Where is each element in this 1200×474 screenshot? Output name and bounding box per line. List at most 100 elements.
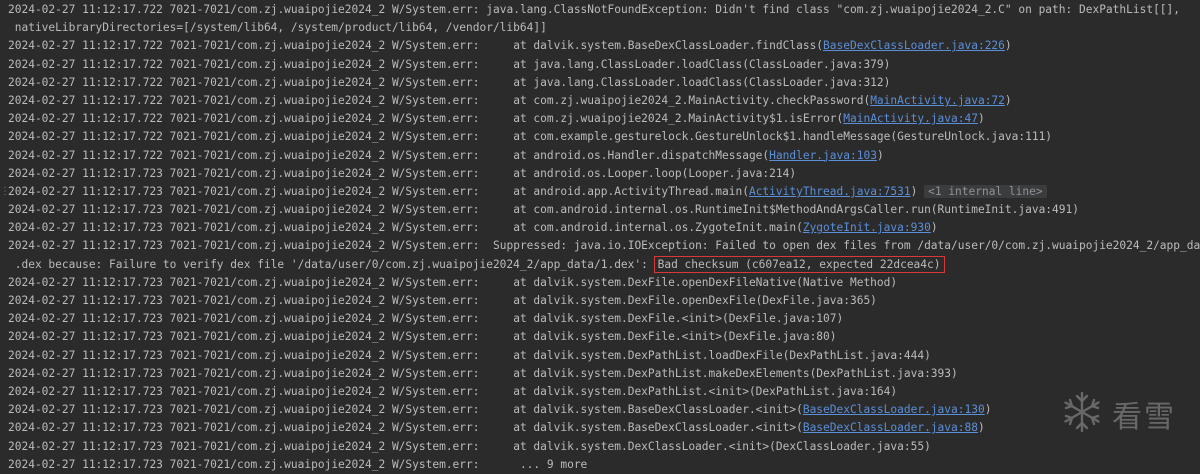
logcat-output[interactable]: 2024-02-27 11:12:17.722 7021-7021/com.zj… — [8, 1, 1200, 474]
log-continuation-text: nativeLibraryDirectories=[/system/lib64,… — [8, 21, 547, 35]
log-message: at dalvik.system.DexFile.<init>(DexFile.… — [513, 312, 844, 326]
log-message-tail: ) — [977, 112, 985, 126]
log-message-tail: ) — [910, 184, 918, 198]
log-timestamp: 2024-02-27 11:12:17.723 — [8, 312, 163, 326]
log-line: 2024-02-27 11:12:17.723 7021-7021/com.zj… — [8, 456, 1200, 474]
log-timestamp: 2024-02-27 11:12:17.723 — [8, 403, 163, 417]
log-timestamp: 2024-02-27 11:12:17.722 — [8, 130, 163, 144]
log-message-tail: ) — [977, 421, 985, 435]
log-timestamp: 2024-02-27 11:12:17.723 — [8, 184, 163, 198]
log-line: 2024-02-27 11:12:17.723 7021-7021/com.zj… — [8, 274, 1200, 292]
log-message: at android.os.Looper.loop(Looper.java:21… — [513, 166, 797, 180]
log-indent — [480, 312, 514, 325]
log-tag: 7021-7021/com.zj.wuaipojie2024_2 W/Syste… — [169, 148, 480, 162]
log-tag: 7021-7021/com.zj.wuaipojie2024_2 W/Syste… — [169, 166, 480, 180]
log-timestamp: 2024-02-27 11:12:17.722 — [8, 93, 163, 107]
log-timestamp: 2024-02-27 11:12:17.723 — [8, 366, 163, 380]
log-line: 2024-02-27 11:12:17.723 7021-7021/com.zj… — [8, 438, 1200, 456]
log-indent — [480, 130, 514, 143]
log-indent — [480, 403, 514, 416]
log-tag: 7021-7021/com.zj.wuaipojie2024_2 W/Syste… — [169, 3, 480, 16]
log-message: at java.lang.ClassLoader.loadClass(Class… — [513, 75, 891, 89]
log-line: 2024-02-27 11:12:17.723 7021-7021/com.zj… — [8, 383, 1200, 401]
log-tag: 7021-7021/com.zj.wuaipojie2024_2 W/Syste… — [169, 75, 480, 89]
log-message: at dalvik.system.DexPathList.<init>(DexP… — [513, 384, 898, 398]
log-line: 2024-02-27 11:12:17.722 7021-7021/com.zj… — [8, 147, 1200, 165]
highlighted-error-text: Bad checksum (c607ea12, expected 22dcea4… — [653, 255, 945, 273]
log-line: 2024-02-27 11:12:17.723 7021-7021/com.zj… — [8, 347, 1200, 365]
log-tag: 7021-7021/com.zj.wuaipojie2024_2 W/Syste… — [169, 184, 480, 198]
log-indent — [480, 458, 520, 471]
log-tag: 7021-7021/com.zj.wuaipojie2024_2 W/Syste… — [169, 221, 480, 235]
log-message: at android.os.Handler.dispatchMessage( — [513, 148, 770, 162]
log-indent — [480, 440, 514, 453]
log-line: 2024-02-27 11:12:17.723 7021-7021/com.zj… — [8, 310, 1200, 328]
source-link[interactable]: ActivityThread.java:7531 — [749, 185, 911, 198]
log-message: at dalvik.system.BaseDexClassLoader.<ini… — [513, 403, 803, 417]
log-message-tail: ) — [984, 403, 992, 417]
log-indent — [480, 276, 514, 289]
source-link[interactable]: ZygoteInit.java:930 — [803, 221, 931, 234]
log-line: 2024-02-27 11:12:17.723 7021-7021/com.zj… — [8, 328, 1200, 346]
source-link[interactable]: BaseDexClassLoader.java:88 — [803, 421, 978, 434]
gutter-fold-marker[interactable]: ⋮ — [0, 186, 10, 198]
log-indent — [480, 167, 514, 180]
log-indent — [480, 221, 514, 234]
log-message: Suppressed: java.io.IOException: Failed … — [493, 239, 1200, 253]
log-tag: 7021-7021/com.zj.wuaipojie2024_2 W/Syste… — [169, 294, 480, 307]
log-tag: 7021-7021/com.zj.wuaipojie2024_2 W/Syste… — [169, 203, 480, 217]
log-line: 2024-02-27 11:12:17.723 7021-7021/com.zj… — [8, 201, 1200, 219]
log-tag: 7021-7021/com.zj.wuaipojie2024_2 W/Syste… — [169, 39, 480, 53]
log-timestamp: 2024-02-27 11:12:17.722 — [8, 3, 163, 16]
log-message: at dalvik.system.DexClassLoader.<init>(D… — [513, 439, 931, 453]
log-indent — [480, 385, 514, 398]
log-message-tail: ) — [1004, 39, 1012, 53]
folded-lines-badge[interactable]: <1 internal line> — [924, 184, 1047, 198]
log-timestamp: 2024-02-27 11:12:17.723 — [8, 166, 163, 180]
log-line: 2024-02-27 11:12:17.722 7021-7021/com.zj… — [8, 74, 1200, 92]
log-timestamp: 2024-02-27 11:12:17.723 — [8, 203, 163, 217]
log-tag: 7021-7021/com.zj.wuaipojie2024_2 W/Syste… — [169, 384, 480, 398]
source-link[interactable]: MainActivity.java:72 — [870, 94, 1005, 107]
log-indent — [480, 76, 514, 89]
log-message-tail: ) — [1004, 93, 1012, 107]
log-tag: 7021-7021/com.zj.wuaipojie2024_2 W/Syste… — [169, 130, 480, 144]
log-message: at dalvik.system.DexFile.openDexFileNati… — [513, 275, 898, 289]
log-message: at com.zj.wuaipojie2024_2.MainActivity$1… — [513, 112, 844, 126]
log-message: at java.lang.ClassLoader.loadClass(Class… — [513, 57, 891, 71]
log-indent — [480, 185, 514, 198]
log-timestamp: 2024-02-27 11:12:17.723 — [8, 348, 163, 362]
log-line: 2024-02-27 11:12:17.723 7021-7021/com.zj… — [8, 365, 1200, 383]
source-link[interactable]: Handler.java:103 — [769, 149, 877, 162]
log-tag: 7021-7021/com.zj.wuaipojie2024_2 W/Syste… — [169, 403, 480, 417]
log-tag: 7021-7021/com.zj.wuaipojie2024_2 W/Syste… — [169, 275, 480, 289]
log-tag: 7021-7021/com.zj.wuaipojie2024_2 W/Syste… — [169, 239, 480, 253]
log-indent — [480, 367, 514, 380]
source-link[interactable]: MainActivity.java:47 — [843, 112, 978, 125]
log-indent — [480, 58, 514, 71]
log-tag: 7021-7021/com.zj.wuaipojie2024_2 W/Syste… — [169, 421, 480, 435]
log-timestamp: 2024-02-27 11:12:17.723 — [8, 221, 163, 235]
log-tag: 7021-7021/com.zj.wuaipojie2024_2 W/Syste… — [169, 112, 480, 126]
source-link[interactable]: BaseDexClassLoader.java:226 — [823, 39, 1005, 52]
log-message: at com.zj.wuaipojie2024_2.MainActivity.c… — [513, 93, 871, 107]
log-line: 2024-02-27 11:12:17.723 7021-7021/com.zj… — [8, 165, 1200, 183]
log-line: 2024-02-27 11:12:17.723 7021-7021/com.zj… — [8, 401, 1200, 419]
log-tag: 7021-7021/com.zj.wuaipojie2024_2 W/Syste… — [169, 57, 480, 71]
log-line: 2024-02-27 11:12:17.722 7021-7021/com.zj… — [8, 56, 1200, 74]
log-timestamp: 2024-02-27 11:12:17.723 — [8, 330, 163, 344]
log-message: at dalvik.system.BaseDexClassLoader.find… — [513, 39, 824, 53]
log-indent — [480, 239, 493, 252]
source-link[interactable]: BaseDexClassLoader.java:130 — [803, 403, 985, 416]
log-tag: 7021-7021/com.zj.wuaipojie2024_2 W/Syste… — [169, 312, 480, 326]
log-indent — [480, 294, 514, 307]
log-line: 2024-02-27 11:12:17.723 7021-7021/com.zj… — [8, 292, 1200, 310]
log-message: at dalvik.system.DexFile.openDexFile(Dex… — [513, 294, 877, 307]
log-message: ... 9 more — [519, 457, 588, 471]
log-timestamp: 2024-02-27 11:12:17.723 — [8, 275, 163, 289]
log-continuation-text: .dex because: Failure to verify dex file… — [8, 257, 655, 271]
log-message: java.lang.ClassNotFoundException: Didn't… — [486, 3, 1181, 16]
log-indent — [480, 349, 514, 362]
log-indent — [480, 203, 514, 216]
log-message-tail: ) — [876, 148, 884, 162]
